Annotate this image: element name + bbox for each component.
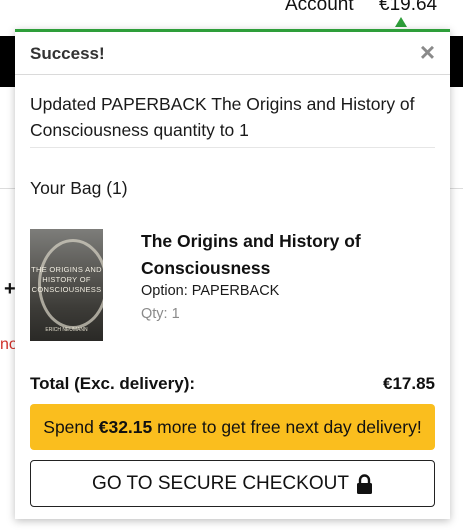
delivery-suffix: more to get free next day delivery! [152, 417, 422, 437]
free-delivery-banner: Spend €32.15 more to get free next day d… [30, 404, 435, 450]
product-quantity: Qty: 1 [141, 306, 180, 322]
add-to-bag-popup: Success! × Updated PAPERBACK The Origins… [15, 29, 450, 519]
update-message: Updated PAPERBACK The Origins and Histor… [30, 94, 415, 140]
delivery-prefix: Spend [43, 417, 99, 437]
product-option: Option: PAPERBACK [141, 283, 280, 299]
popup-title: Success! [30, 44, 105, 63]
secure-checkout-button[interactable]: GO TO SECURE CHECKOUT [30, 460, 435, 507]
cover-title: THE ORIGINS AND HISTORY OF CONSCIOUSNESS [31, 265, 102, 294]
message-divider [30, 147, 435, 148]
account-link[interactable]: Account [285, 0, 354, 15]
background-plus-icon: + [4, 278, 16, 300]
bag-title: Your Bag (1) [30, 178, 128, 198]
popup-header: Success! × [15, 32, 450, 75]
popup-caret [395, 17, 407, 27]
header-bag-total[interactable]: €19.64 [379, 0, 437, 15]
checkout-label: GO TO SECURE CHECKOUT [92, 472, 349, 494]
total-value: €17.85 [383, 374, 435, 393]
cover-author: ERICH NEUMANN [45, 327, 88, 333]
close-icon[interactable]: × [420, 39, 435, 65]
delivery-amount: €32.15 [98, 417, 153, 437]
lock-icon [356, 473, 373, 494]
book-cover-image[interactable]: THE ORIGINS AND HISTORY OF CONSCIOUSNESS… [30, 229, 103, 341]
product-title-link[interactable]: The Origins and History of Consciousness [141, 228, 421, 282]
total-label: Total (Exc. delivery): [30, 374, 196, 393]
